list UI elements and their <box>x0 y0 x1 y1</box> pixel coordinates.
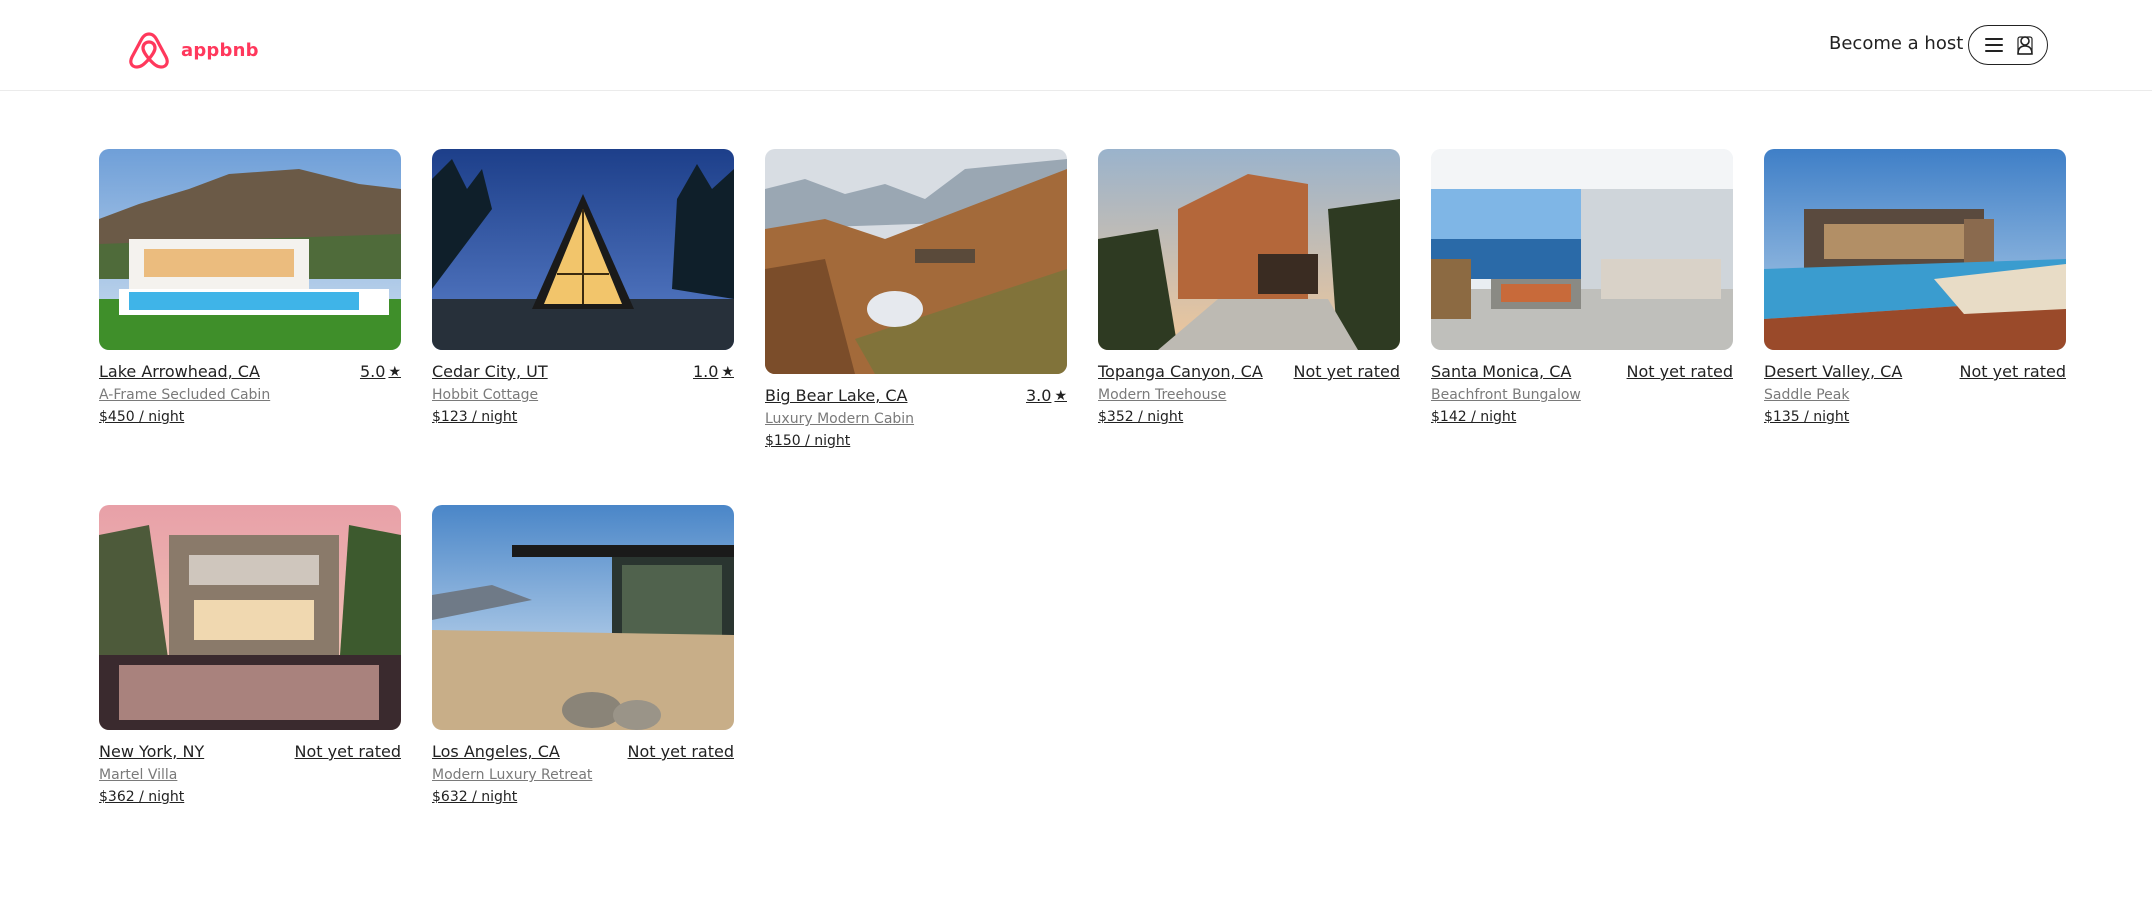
listing-title[interactable]: Modern Luxury Retreat <box>432 767 734 783</box>
listing-card[interactable]: Topanga Canyon, CA Not yet rated Modern … <box>1098 149 1400 425</box>
listing-price[interactable]: $150 / night <box>765 433 1067 449</box>
listing-location[interactable]: Los Angeles, CA <box>432 742 560 761</box>
star-icon: ★ <box>388 363 401 380</box>
listing-location[interactable]: Santa Monica, CA <box>1431 362 1571 381</box>
listing-card[interactable]: Desert Valley, CA Not yet rated Saddle P… <box>1764 149 2066 425</box>
listing-rating[interactable]: Not yet rated <box>1960 362 2066 381</box>
listing-price[interactable]: $450 / night <box>99 409 401 425</box>
listing-location[interactable]: New York, NY <box>99 742 204 761</box>
rating-value: Not yet rated <box>1959 362 2066 381</box>
rating-value: Not yet rated <box>294 742 401 761</box>
listing-photo[interactable] <box>432 505 734 730</box>
listing-price[interactable]: $142 / night <box>1431 409 1733 425</box>
listing-rating[interactable]: Not yet rated <box>1627 362 1733 381</box>
top-navbar: appbnb Become a host <box>0 0 2152 91</box>
listing-card[interactable]: New York, NY Not yet rated Martel Villa … <box>99 505 401 805</box>
listing-title[interactable]: Luxury Modern Cabin <box>765 411 1067 427</box>
listing-photo[interactable] <box>99 149 401 350</box>
listing-location[interactable]: Topanga Canyon, CA <box>1098 362 1263 381</box>
user-avatar-icon <box>2017 36 2033 55</box>
listing-rating[interactable]: 5.0 ★ <box>360 362 401 381</box>
listing-rating[interactable]: Not yet rated <box>628 742 734 761</box>
listing-rating[interactable]: Not yet rated <box>1294 362 1400 381</box>
listing-rating[interactable]: Not yet rated <box>295 742 401 761</box>
listing-title[interactable]: Martel Villa <box>99 767 401 783</box>
listing-price[interactable]: $632 / night <box>432 789 734 805</box>
listing-location[interactable]: Lake Arrowhead, CA <box>99 362 260 381</box>
rating-value: 1.0 <box>692 362 719 381</box>
listing-title[interactable]: Modern Treehouse <box>1098 387 1400 403</box>
listing-rating[interactable]: 3.0 ★ <box>1026 386 1067 405</box>
rating-value: 5.0 <box>359 362 386 381</box>
listing-title[interactable]: Hobbit Cottage <box>432 387 734 403</box>
star-icon: ★ <box>721 363 734 380</box>
listing-card[interactable]: Cedar City, UT 1.0 ★ Hobbit Cottage $123 … <box>432 149 734 425</box>
listing-title[interactable]: Saddle Peak <box>1764 387 2066 403</box>
rating-value: Not yet rated <box>1293 362 1400 381</box>
star-icon: ★ <box>1054 387 1067 404</box>
become-host-link[interactable]: Become a host <box>1829 33 1963 54</box>
listing-photo[interactable] <box>432 149 734 350</box>
brand-logo[interactable]: appbnb <box>123 30 259 70</box>
listing-title[interactable]: A-Frame Secluded Cabin <box>99 387 401 403</box>
listing-rating[interactable]: 1.0 ★ <box>693 362 734 381</box>
rating-value: 3.0 <box>1025 386 1052 405</box>
listing-photo[interactable] <box>1431 149 1733 350</box>
logo-icon <box>129 32 169 69</box>
listing-price[interactable]: $135 / night <box>1764 409 2066 425</box>
user-menu-button[interactable] <box>1968 25 2048 65</box>
listing-location[interactable]: Cedar City, UT <box>432 362 548 381</box>
listing-card[interactable]: Big Bear Lake, CA 3.0 ★ Luxury Modern Cab… <box>765 149 1067 449</box>
listing-title[interactable]: Beachfront Bungalow <box>1431 387 1733 403</box>
listing-photo[interactable] <box>1098 149 1400 350</box>
logo-text: appbnb <box>181 39 259 61</box>
listing-location[interactable]: Big Bear Lake, CA <box>765 386 908 405</box>
listing-card[interactable]: Santa Monica, CA Not yet rated Beachfron… <box>1431 149 1733 425</box>
listing-photo[interactable] <box>99 505 401 730</box>
rating-value: Not yet rated <box>1626 362 1733 381</box>
rating-value: Not yet rated <box>627 742 734 761</box>
listing-location[interactable]: Desert Valley, CA <box>1764 362 1902 381</box>
listing-price[interactable]: $123 / night <box>432 409 734 425</box>
listing-photo[interactable] <box>1764 149 2066 350</box>
listing-photo[interactable] <box>765 149 1067 374</box>
listing-price[interactable]: $352 / night <box>1098 409 1400 425</box>
listing-price[interactable]: $362 / night <box>99 789 401 805</box>
hamburger-menu-icon <box>1985 38 2003 52</box>
listing-card[interactable]: Los Angeles, CA Not yet rated Modern Lux… <box>432 505 734 805</box>
listing-card[interactable]: Lake Arrowhead, CA 5.0 ★ A-Frame Secluded… <box>99 149 401 425</box>
